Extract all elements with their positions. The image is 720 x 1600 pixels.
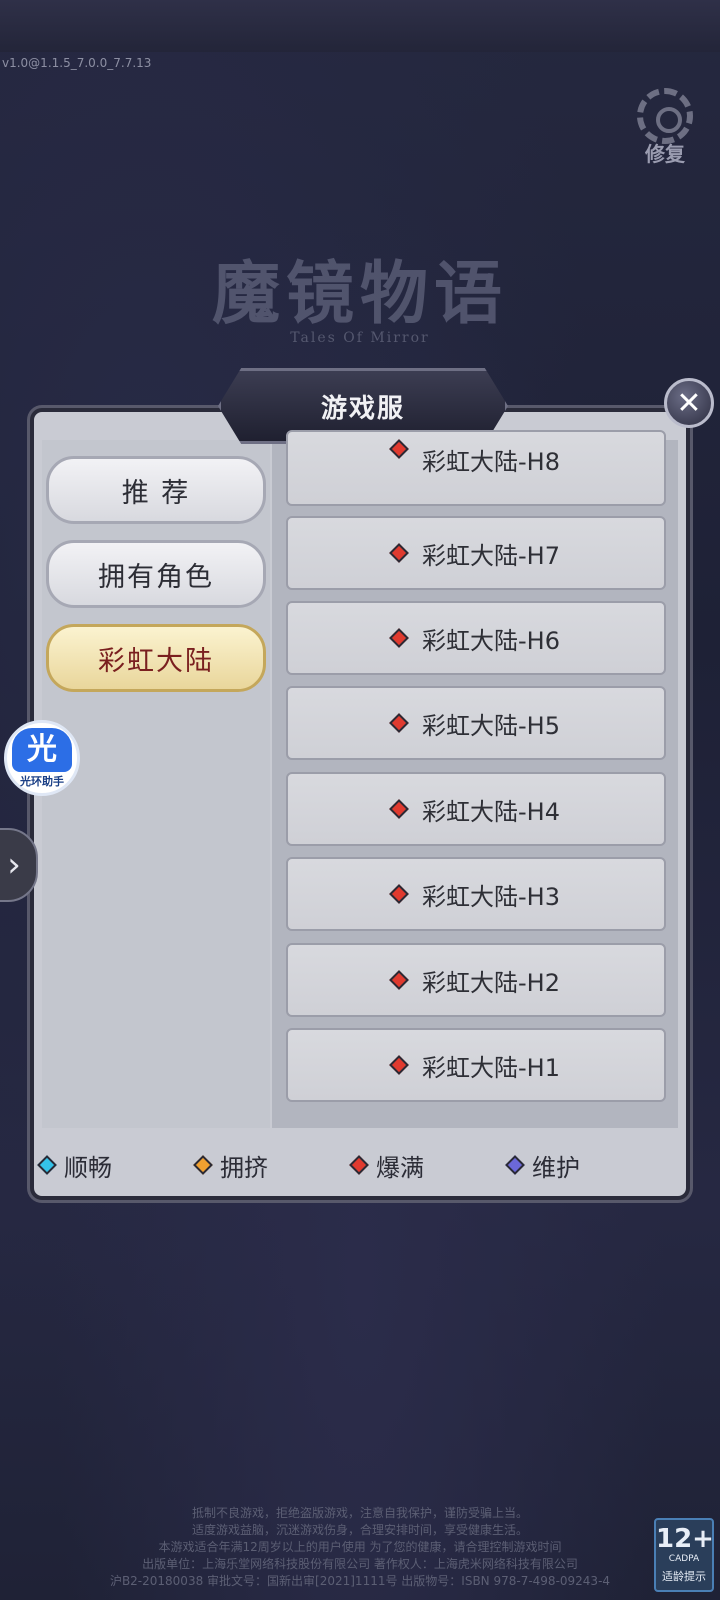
status-full-icon (389, 799, 409, 819)
close-button[interactable]: ✕ (664, 378, 714, 428)
server-name: 彩虹大陆-H6 (422, 626, 560, 655)
server-item-h3[interactable]: 彩虹大陆-H3 (286, 857, 666, 931)
footer-line: 抵制不良游戏，拒绝盗版游戏，注意自我保护，谨防受骗上当。 (191, 1506, 528, 1520)
status-smooth-icon (37, 1155, 57, 1175)
status-full-icon (349, 1155, 369, 1175)
legend-label: 维护 (532, 1153, 580, 1182)
server-item-h6[interactable]: 彩虹大陆-H6 (286, 601, 666, 675)
server-item-h5[interactable]: 彩虹大陆-H5 (286, 686, 666, 760)
repair-button[interactable]: 修复 (630, 88, 700, 167)
legend-crowded: 拥挤 (193, 1150, 268, 1182)
status-maintenance-icon (505, 1155, 525, 1175)
status-crowded-icon (193, 1155, 213, 1175)
server-item-h8[interactable]: 彩虹大陆-H8 (286, 430, 666, 506)
footer-line: 出版单位：上海乐堂网络科技股份有限公司 著作权人：上海虎米网络科技有限公司 (142, 1557, 578, 1571)
status-full-icon (389, 713, 409, 733)
dialog-title: 游戏服 (320, 393, 405, 424)
legend-label: 爆满 (376, 1153, 424, 1182)
legend-smooth: 顺畅 (37, 1150, 112, 1182)
age-rating-badge: 12+ CADPA 适龄提示 (654, 1518, 714, 1592)
footer-line: 本游戏适合年满12周岁以上的用户使用 为了您的健康，请合理控制游戏时间 (158, 1540, 562, 1554)
guanghuan-helper-button[interactable]: 光 光环助手 (4, 720, 80, 796)
server-name: 彩虹大陆-H1 (422, 1053, 560, 1082)
age-org: CADPA (668, 1554, 700, 1564)
status-full-icon (389, 543, 409, 563)
status-full-icon (389, 1055, 409, 1075)
server-item-h4[interactable]: 彩虹大陆-H4 (286, 772, 666, 846)
server-name: 彩虹大陆-H8 (422, 448, 560, 476)
tab-rainbow-continent[interactable]: 彩虹大陆 (46, 624, 266, 692)
footer-line: 沪B2-20180038 审批文号：国新出审[2021]1111号 出版物号：I… (109, 1574, 611, 1588)
legend-maintenance: 维护 (505, 1150, 580, 1182)
close-icon: ✕ (676, 385, 702, 421)
helper-icon: 光 (12, 727, 72, 772)
age-number: 12+ (656, 1524, 714, 1554)
legend-full: 爆满 (349, 1150, 424, 1182)
server-name: 彩虹大陆-H3 (422, 882, 560, 911)
server-name: 彩虹大陆-H5 (422, 711, 560, 740)
server-name: 彩虹大陆-H4 (422, 797, 560, 826)
server-name: 彩虹大陆-H7 (422, 541, 560, 570)
legal-footer: 抵制不良游戏，拒绝盗版游戏，注意自我保护，谨防受骗上当。 适度游戏益脑，沉迷游戏… (60, 1505, 660, 1590)
tab-label: 拥有角色 (98, 561, 214, 593)
footer-line: 适度游戏益脑，沉迷游戏伤身，合理安排时间，享受健康生活。 (191, 1523, 528, 1537)
tab-label: 彩虹大陆 (98, 645, 214, 677)
chevron-right-icon: › (7, 845, 21, 885)
tab-recommend[interactable]: 推 荐 (46, 456, 266, 524)
top-bar (0, 0, 720, 52)
gear-icon (637, 88, 693, 144)
status-full-icon (389, 970, 409, 990)
status-full-icon (389, 628, 409, 648)
game-logo: 魔镜物语 (211, 254, 508, 334)
server-item-h2[interactable]: 彩虹大陆-H2 (286, 943, 666, 1017)
server-name: 彩虹大陆-H2 (422, 968, 560, 997)
game-logo-subtitle: Tales Of Mirror (290, 330, 430, 346)
legend-label: 顺畅 (64, 1153, 112, 1182)
version-text: v1.0@1.1.5_7.0.0_7.7.13 (2, 56, 152, 70)
legend-label: 拥挤 (220, 1153, 268, 1182)
server-item-h1[interactable]: 彩虹大陆-H1 (286, 1028, 666, 1102)
server-item-h7[interactable]: 彩虹大陆-H7 (286, 516, 666, 590)
age-text: 适龄提示 (662, 1570, 706, 1583)
status-full-icon (389, 439, 409, 459)
status-full-icon (389, 884, 409, 904)
tab-owned-characters[interactable]: 拥有角色 (46, 540, 266, 608)
helper-label: 光环助手 (20, 774, 64, 788)
tab-label: 推 荐 (121, 477, 191, 509)
